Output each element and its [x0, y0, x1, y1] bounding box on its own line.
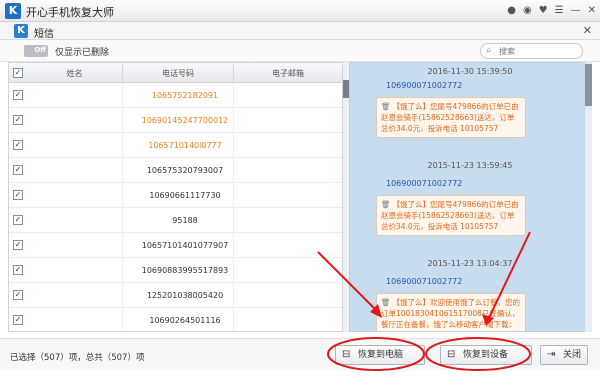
table-row[interactable]: ✓ 106575320793007	[9, 158, 342, 183]
phone-number-cell: 10690264501116	[149, 316, 221, 325]
message-bubble[interactable]: 🗑 【饿了么】您尾号479866的订单已由赵恩会骑手(15862528663)送达…	[376, 195, 526, 236]
message-timestamp: 2015-11-23 13:59:45	[427, 161, 513, 170]
panel-logo: K	[14, 24, 28, 38]
app-logo: K	[5, 3, 21, 19]
message-bubble[interactable]: 🗑 【饿了么】欢迎使用饿了么订餐，您的订单100183041061517008已经…	[376, 293, 526, 331]
horizontal-scrollbar[interactable]	[9, 331, 343, 332]
toggle-state-text: Off	[34, 46, 46, 54]
cell-divider	[122, 308, 123, 331]
close-label: 关闭	[563, 350, 582, 360]
cell-divider	[122, 158, 123, 183]
deleted-only-toggle[interactable]: Off	[24, 45, 48, 57]
close-window-icon[interactable]: ✕	[588, 4, 596, 18]
weibo-icon[interactable]: ◉	[523, 4, 532, 18]
phone-number-cell: 10690883995517893	[141, 266, 229, 275]
phone-number-cell: 106575320793007	[146, 166, 224, 175]
deleted-trash-icon: 🗑	[381, 200, 391, 209]
phone-number-cell: 10657101401077907	[141, 241, 229, 250]
cell-divider	[122, 183, 123, 208]
message-sender: 106900071002772	[386, 81, 463, 90]
contacts-table: ✓ 姓名 电话号码 电子邮箱 ✓ 1065752182091 ✓ 1069014524…	[8, 62, 343, 332]
app-title: 开心手机恢复大师	[26, 6, 114, 19]
table-header: ✓ 姓名 电话号码 电子邮箱	[9, 63, 342, 83]
close-panel-icon[interactable]: ✕	[583, 24, 592, 37]
footer-bar: 已选择（507）项，总共（507）项 ⊟ 恢复到电脑 ⊟ 恢复到设备 ⇥ 关闭	[0, 338, 600, 370]
computer-icon: ⊟	[342, 349, 351, 360]
cell-divider	[122, 133, 123, 158]
table-row[interactable]: ✓ 95188	[9, 208, 342, 233]
restore-to-device-label: 恢复到设备	[463, 350, 509, 360]
message-scrollbar-thumb[interactable]	[585, 64, 592, 106]
message-text: 【饿了么】欢迎使用饿了么订餐，您的订单100183041061517008已经确…	[381, 298, 521, 329]
minimize-icon[interactable]: —	[571, 4, 581, 18]
row-checkbox[interactable]: ✓	[13, 115, 23, 125]
wechat-icon[interactable]: ●	[507, 4, 516, 18]
menu-icon[interactable]: ☰	[555, 4, 564, 18]
toolbar: Off 仅显示已删除 ⌕	[0, 40, 600, 62]
column-header-email[interactable]: 电子邮箱	[234, 68, 342, 79]
row-checkbox[interactable]: ✓	[13, 315, 23, 325]
window-controls: ● ◉ ♥ ☰ — ✕	[507, 4, 596, 18]
cell-divider	[122, 83, 123, 108]
message-text: 【饿了么】您尾号479866的订单已由赵恩会骑手(15862528663)送达，…	[381, 200, 519, 231]
phone-number-cell: 1065710140l0777	[148, 141, 222, 150]
deleted-trash-icon: 🗑	[381, 102, 391, 111]
deleted-only-label: 仅显示已删除	[55, 48, 110, 58]
message-sender: 106900071002772	[386, 179, 463, 188]
phone-number-cell: 10690661117730	[149, 191, 221, 200]
table-row[interactable]: ✓ 10690661117730	[9, 183, 342, 208]
table-body: ✓ 1065752182091 ✓ 10690145247700012 ✓ 1065710…	[9, 83, 342, 331]
cell-divider	[122, 108, 123, 133]
panel-title: 短信	[34, 29, 54, 40]
phone-number-cell: 10690145247700012	[141, 116, 229, 125]
table-row[interactable]: ✓ 1065710140l0777	[9, 133, 342, 158]
row-checkbox[interactable]: ✓	[13, 290, 23, 300]
row-checkbox[interactable]: ✓	[13, 90, 23, 100]
app-titlebar: K 开心手机恢复大师 ● ◉ ♥ ☰ — ✕	[0, 0, 600, 22]
message-timestamp: 2016-11-30 15:39:50	[427, 67, 513, 76]
exit-icon: ⇥	[547, 349, 556, 360]
message-timestamp: 2015-11-23 13:04:37	[427, 259, 513, 268]
message-bubble[interactable]: 🗑 【饿了么】您尾号479866的订单已由赵恩会骑手(15862528663)送达…	[376, 97, 526, 138]
row-checkbox[interactable]: ✓	[13, 165, 23, 175]
column-header-name[interactable]: 姓名	[27, 68, 122, 79]
table-row[interactable]: ✓ 10690145247700012	[9, 108, 342, 133]
table-row[interactable]: ✓ 10690883995517893	[9, 258, 342, 283]
cell-divider	[122, 233, 123, 258]
table-row[interactable]: ✓ 125201038005420	[9, 283, 342, 308]
select-all-checkbox[interactable]: ✓	[13, 68, 23, 78]
deleted-trash-icon: 🗑	[381, 298, 391, 307]
selection-count: 已选择（507）项，总共（507）项	[10, 353, 145, 363]
skin-icon[interactable]: ♥	[539, 4, 548, 18]
table-row[interactable]: ✓ 1065752182091	[9, 83, 342, 108]
search-input[interactable]	[499, 45, 579, 57]
device-icon: ⊟	[447, 349, 456, 360]
restore-to-computer-label: 恢复到电脑	[358, 350, 404, 360]
row-checkbox[interactable]: ✓	[13, 190, 23, 200]
search-icon: ⌕	[486, 45, 492, 56]
phone-number-cell: 95188	[172, 216, 198, 225]
cell-divider	[122, 258, 123, 283]
restore-to-device-button[interactable]: ⊟ 恢复到设备	[440, 345, 532, 365]
row-checkbox[interactable]: ✓	[13, 240, 23, 250]
close-button[interactable]: ⇥ 关闭	[540, 345, 588, 365]
row-checkbox[interactable]: ✓	[13, 265, 23, 275]
table-row[interactable]: ✓ 10657101401077907	[9, 233, 342, 258]
panel-titlebar: K 短信 ✕	[0, 22, 600, 40]
message-view: 2016-11-30 15:39:50 106900071002772 🗑 【饿了么】…	[349, 62, 589, 332]
column-header-phone[interactable]: 电话号码	[123, 68, 233, 79]
message-sender: 106900071002772	[386, 277, 463, 286]
bottom-margin	[0, 370, 600, 392]
restore-to-computer-button[interactable]: ⊟ 恢复到电脑	[335, 345, 425, 365]
cell-divider	[122, 283, 123, 308]
row-checkbox[interactable]: ✓	[13, 215, 23, 225]
search-box[interactable]: ⌕	[480, 43, 583, 59]
phone-number-cell: 1065752182091	[151, 91, 219, 100]
row-checkbox[interactable]: ✓	[13, 140, 23, 150]
table-row[interactable]: ✓ 10690264501116	[9, 308, 342, 331]
message-text: 【饿了么】您尾号479866的订单已由赵恩会骑手(15862528663)送达，…	[381, 102, 519, 133]
cell-divider	[122, 208, 123, 233]
phone-number-cell: 125201038005420	[146, 291, 224, 300]
